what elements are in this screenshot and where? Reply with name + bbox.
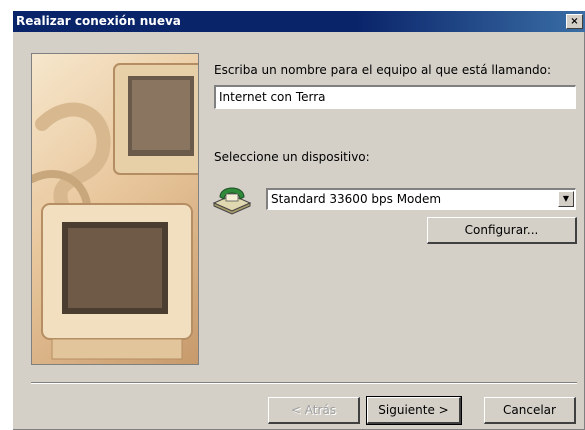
window-title: Realizar conexión nueva	[16, 14, 181, 28]
modem-phone-icon	[210, 175, 254, 215]
chevron-down-icon[interactable]: ▼	[558, 191, 574, 207]
device-select-value: Standard 33600 bps Modem	[271, 192, 442, 206]
title-bar: Realizar conexión nueva ×	[13, 11, 585, 32]
name-prompt-label: Escriba un nombre para el equipo al que …	[214, 63, 552, 77]
device-select[interactable]: Standard 33600 bps Modem ▼	[266, 188, 576, 210]
cancel-button[interactable]: Cancelar	[484, 397, 576, 424]
illustration-graphic	[32, 63, 198, 360]
back-button[interactable]: < Atrás	[268, 397, 360, 424]
footer-divider	[31, 382, 577, 384]
device-prompt-label: Seleccione un dispositivo:	[214, 150, 370, 164]
close-icon: ×	[570, 16, 579, 27]
connection-name-field[interactable]: Internet con Terra	[214, 85, 576, 109]
computer-monitors-illustration	[31, 53, 199, 365]
new-connection-dialog: Realizar conexión nueva × Escriba un nom…	[12, 10, 585, 430]
next-button[interactable]: Siguiente >	[366, 396, 462, 425]
close-button[interactable]: ×	[566, 14, 583, 29]
configure-button[interactable]: Configurar...	[427, 217, 577, 244]
